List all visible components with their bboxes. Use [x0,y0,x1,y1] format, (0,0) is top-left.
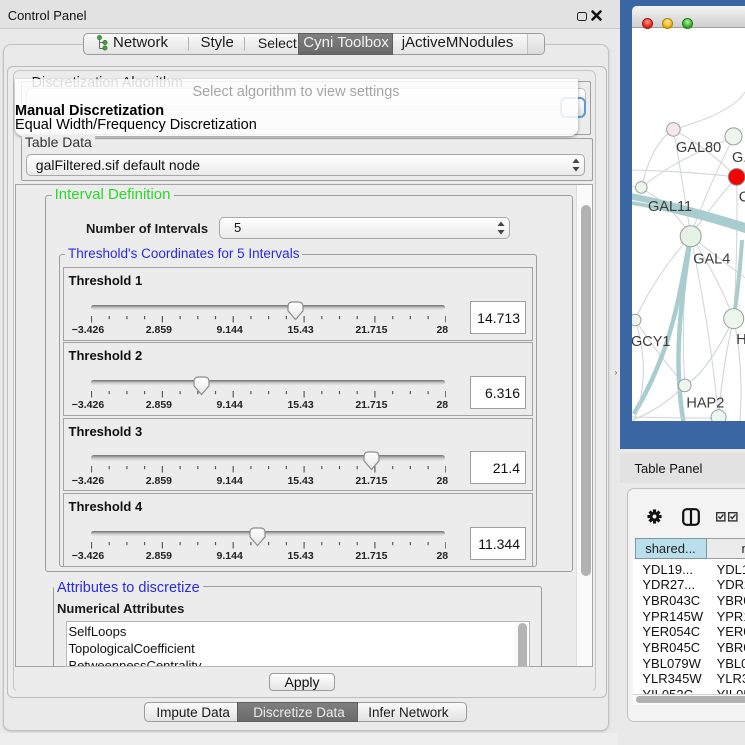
svg-text:GCY1: GCY1 [632,334,671,350]
svg-text:GAL80: GAL80 [676,140,721,156]
svg-text:HAP2: HAP2 [686,396,724,412]
svg-text:G.: G. [732,150,745,166]
svg-text:C: C [739,189,745,205]
svg-text:H: H [736,332,745,348]
svg-text:GAL11: GAL11 [648,199,692,215]
svg-text:GAL4: GAL4 [693,251,730,267]
